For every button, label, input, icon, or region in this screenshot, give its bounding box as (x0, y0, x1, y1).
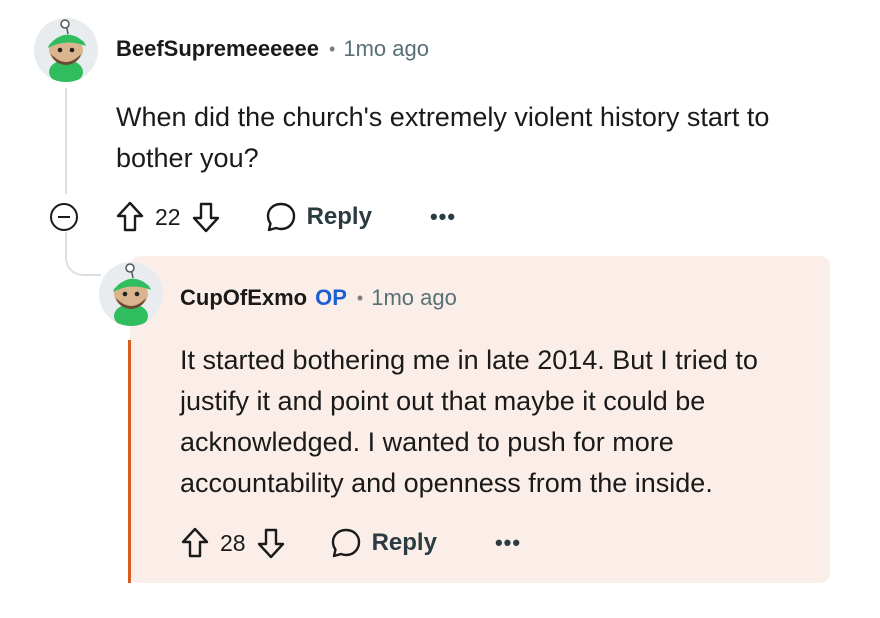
thread-line-connector (65, 232, 101, 276)
reply-button[interactable]: Reply (330, 527, 437, 559)
upvote-arrow-icon (181, 527, 209, 558)
upvote-button[interactable] (115, 200, 145, 234)
speech-bubble-icon (266, 202, 295, 232)
reply-button[interactable]: Reply (265, 201, 372, 233)
speech-bubble-icon (331, 528, 360, 558)
comment-meta: BeefSupremeeeeee • 1mo ago (116, 36, 429, 62)
more-options-button[interactable]: ••• (495, 530, 521, 556)
meta-separator: • (356, 287, 364, 308)
upvote-arrow-icon (116, 201, 144, 232)
comment-meta: CupOfExmo OP • 1mo ago (180, 285, 457, 311)
thread-line (65, 88, 67, 194)
more-options-button[interactable]: ••• (430, 204, 456, 230)
op-accent-bar (128, 340, 131, 583)
snoo-avatar-icon (99, 262, 163, 326)
reply-label: Reply (306, 203, 372, 230)
reply-label: Reply (371, 529, 437, 556)
username[interactable]: CupOfExmo (180, 285, 307, 311)
downvote-arrow-icon (192, 202, 219, 233)
vote-count: 22 (155, 203, 181, 230)
comment-body: It started bothering me in late 2014. Bu… (180, 345, 758, 498)
avatar[interactable] (99, 262, 163, 326)
comment-actions: 22 Reply ••• (115, 200, 456, 234)
downvote-button[interactable] (256, 526, 286, 560)
username[interactable]: BeefSupremeeeeee (116, 36, 319, 62)
vote-count: 28 (220, 529, 246, 556)
comment-body: When did the church's extremely violent … (116, 102, 770, 173)
meta-separator: • (329, 38, 336, 59)
comment-actions: 28 Reply ••• (180, 526, 521, 560)
avatar[interactable] (34, 18, 98, 82)
snoo-avatar-icon (34, 18, 98, 82)
op-badge: OP (315, 285, 347, 310)
timestamp[interactable]: 1mo ago (343, 36, 429, 62)
collapse-minus-icon (58, 216, 70, 218)
timestamp[interactable]: 1mo ago (371, 285, 457, 311)
downvote-arrow-icon (257, 528, 284, 559)
upvote-button[interactable] (180, 526, 210, 560)
collapse-button[interactable] (50, 203, 78, 231)
downvote-button[interactable] (191, 200, 221, 234)
